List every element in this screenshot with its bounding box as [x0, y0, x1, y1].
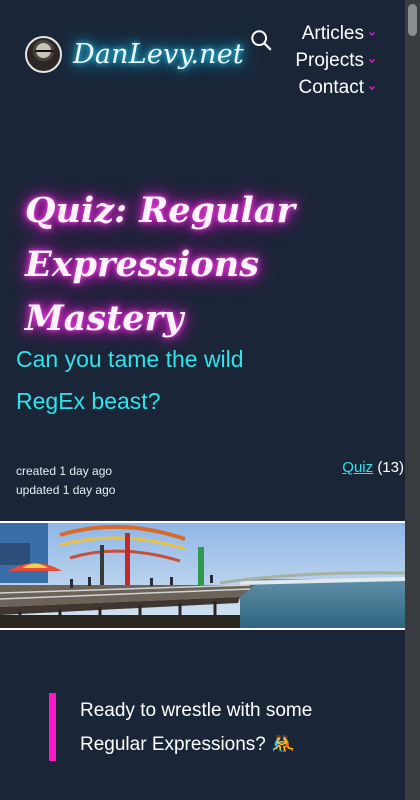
chevron-down-icon — [369, 31, 375, 36]
search-icon[interactable] — [250, 29, 272, 51]
nav-item-projects[interactable]: Projects — [284, 47, 376, 74]
chevron-down-icon — [369, 85, 375, 90]
callout-text: Ready to wrestle with some Regular Expre… — [80, 700, 313, 755]
home-link[interactable]: DanLevy.net — [25, 36, 244, 73]
scrollbar-thumb[interactable] — [408, 4, 417, 36]
page-subtitle: Can you tame the wild RegEx beast? — [16, 346, 244, 414]
main-nav: Articles Projects Contact — [284, 20, 376, 101]
page-title: Quiz: Regular Expressions Mastery — [25, 190, 295, 339]
post-dates: created 1 day ago updated 1 day ago — [16, 462, 115, 500]
tag-link-quiz[interactable]: Quiz — [342, 459, 373, 476]
created-date: created 1 day ago — [16, 464, 113, 478]
nav-item-articles[interactable]: Articles — [284, 20, 376, 47]
callout-accent-bar — [49, 693, 56, 761]
site-logo-text: DanLevy.net — [73, 39, 244, 70]
tag-count: (13) — [377, 459, 404, 476]
pier-photo — [0, 523, 405, 628]
post-tags: Quiz (13) — [342, 459, 404, 476]
page-scrollbar[interactable] — [405, 0, 420, 800]
nav-item-label: Articles — [301, 22, 364, 44]
nav-item-label: Projects — [295, 49, 364, 71]
nav-item-label: Contact — [298, 76, 364, 98]
updated-date: updated 1 day ago — [16, 483, 116, 497]
nav-item-contact[interactable]: Contact — [284, 74, 376, 101]
avatar — [25, 36, 62, 73]
chevron-down-icon — [369, 58, 375, 63]
hero-image — [0, 521, 405, 630]
site-header: DanLevy.net Articles Projects Contact — [0, 0, 405, 110]
